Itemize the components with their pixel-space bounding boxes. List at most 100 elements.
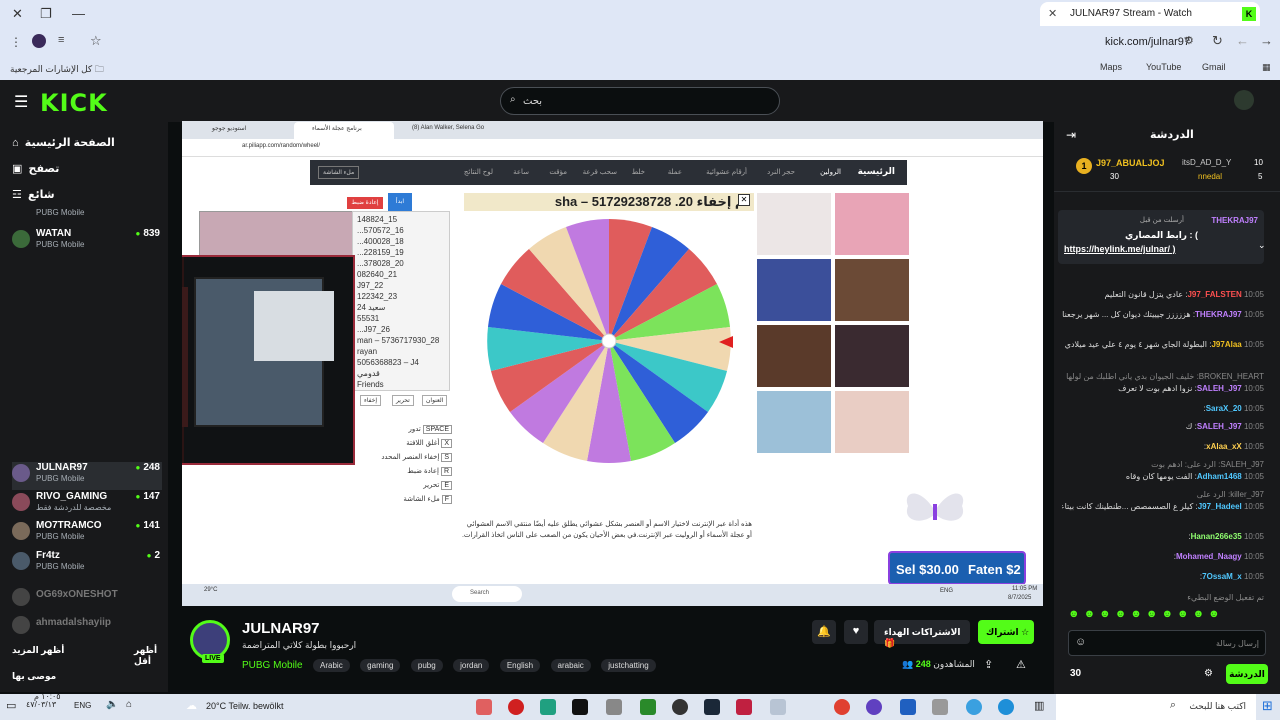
- notification-icon[interactable]: ▭: [6, 699, 16, 712]
- channel-name[interactable]: JULNAR97: [242, 620, 320, 637]
- channel-item-offline[interactable]: ahmadalshayiip: [12, 614, 162, 642]
- all-bookmarks-folder[interactable]: كل الإشارات المرجعية 🗀: [10, 62, 104, 78]
- task-view-icon[interactable]: ▥: [1034, 699, 1044, 712]
- taskbar-search[interactable]: اكتب هنا للبحث ⌕: [1056, 694, 1256, 720]
- bookmarks-more-icon[interactable]: ▦: [1262, 62, 1271, 73]
- channel-item-offline[interactable]: OG69xONESHOT: [12, 586, 162, 614]
- file-explorer-icon[interactable]: [770, 699, 786, 715]
- kick-logo[interactable]: KICK: [40, 89, 108, 117]
- category-link[interactable]: PUBG Mobile: [242, 660, 303, 671]
- show-more-link[interactable]: أظهر المزيد: [12, 645, 64, 656]
- steam-icon[interactable]: [704, 699, 720, 715]
- chat-message: 10:05 xAlaa_xX:: [1203, 442, 1264, 451]
- tag[interactable]: pubg: [410, 659, 443, 672]
- hamburger-menu-icon[interactable]: ☰: [14, 92, 28, 112]
- settings-gear-icon[interactable]: ⚙: [1204, 668, 1213, 679]
- tag[interactable]: gaming: [360, 659, 401, 672]
- sidebar-item-browse[interactable]: ▣ تصفح: [12, 162, 59, 175]
- chevron-down-icon[interactable]: ⌄: [1258, 240, 1266, 251]
- viewers-icon: 👥: [902, 659, 914, 669]
- network-icon[interactable]: ⌂: [126, 699, 132, 710]
- app-icon[interactable]: [736, 699, 752, 715]
- close-window-icon[interactable]: ✕: [12, 6, 23, 22]
- collapse-chat-icon[interactable]: ⇥: [1066, 128, 1076, 142]
- chrome-icon[interactable]: [834, 699, 850, 715]
- forward-icon[interactable]: ←: [1236, 33, 1249, 48]
- video-player[interactable]: استوديو جوجو برنامج عجلة الأسماء (8) Ala…: [182, 121, 1043, 606]
- taskbar-lang[interactable]: ENG: [74, 701, 91, 710]
- chat-input[interactable]: إرسال رسالة ☺: [1068, 630, 1266, 656]
- notifications-button[interactable]: 🔔: [812, 620, 836, 644]
- channel-item-mo7tramco[interactable]: MO7TRAMCO PUBG Mobile 141: [12, 520, 162, 548]
- taskbar-time[interactable]: ١٠:٠٥ م: [34, 692, 61, 701]
- channel-item[interactable]: PUBG Mobile: [12, 208, 162, 220]
- back-icon[interactable]: →: [1260, 33, 1273, 48]
- channel-item-fr4tz[interactable]: Fr4tz PUBG Mobile 2: [12, 550, 162, 578]
- bookmark-star-icon[interactable]: ☆: [90, 33, 102, 49]
- share-icon[interactable]: ⇪: [984, 658, 993, 671]
- address-bar[interactable]: ⋮ ≡ ☆ kick.com/julnar97 ⚙ ↻ ← →: [0, 30, 1280, 54]
- tool-description: هذه أداة عبر الإنترنت لاختيار الاسم أو ا…: [462, 521, 752, 539]
- restore-window-icon[interactable]: ❐: [40, 6, 52, 22]
- channel-avatar: [12, 522, 30, 540]
- browser-tab-active[interactable]: ✕ JULNAR97 Stream - Watch K: [1040, 2, 1260, 26]
- bookmark-gmail[interactable]: Gmail: [1202, 62, 1226, 72]
- emoji-icon[interactable]: ☺: [1075, 636, 1086, 648]
- tag[interactable]: arabaic: [550, 659, 591, 672]
- send-chat-button[interactable]: الدردشة: [1226, 664, 1268, 684]
- tag[interactable]: Arabic: [313, 659, 350, 672]
- tiktok-icon[interactable]: [572, 699, 588, 715]
- show-less-link[interactable]: أظهر أقل: [134, 645, 168, 667]
- channel-item-rivo[interactable]: RIVO_GAMING مخصصة للدردشة فقط 147: [12, 491, 162, 519]
- emote-bar[interactable]: ☻☻☻☻☻☻☻☻☻☻: [1068, 608, 1268, 624]
- app-icon[interactable]: [866, 699, 882, 715]
- app-icon[interactable]: [476, 699, 492, 715]
- taskbar-date[interactable]: ٤٧/٠٣/١٣: [26, 700, 56, 709]
- bookmark-youtube[interactable]: YouTube: [1146, 62, 1181, 72]
- url-text[interactable]: kick.com/julnar97: [1105, 36, 1190, 48]
- app-icon[interactable]: [672, 699, 688, 715]
- sidebar-item-home[interactable]: ⌂ الصفحة الرئيسية: [12, 136, 115, 149]
- browse-icon: ▣: [12, 163, 23, 175]
- gift-icon: 🎁: [884, 638, 896, 648]
- chat-message: 10:05 J97_Hadeel: كيلر ع الصسمصص ...طنطي…: [1062, 502, 1264, 511]
- donation-banner: Sel $30.00 Faten $2: [888, 551, 1026, 585]
- bookmark-maps[interactable]: Maps: [1100, 62, 1122, 72]
- folder-icon: 🗀: [94, 64, 104, 74]
- windows-start-icon[interactable]: ⊞: [1262, 698, 1273, 714]
- weather-text[interactable]: 20°C Teilw. bewölkt: [206, 701, 283, 711]
- opera-icon[interactable]: [508, 699, 524, 715]
- extensions-icon[interactable]: ≡: [58, 34, 64, 46]
- app-icon[interactable]: [606, 699, 622, 715]
- edge-icon[interactable]: [998, 699, 1014, 715]
- gift-subs-button[interactable]: الاشتراكات الهداء 🎁: [874, 620, 970, 648]
- tag[interactable]: English: [499, 659, 541, 672]
- points-balance[interactable]: 30: [1070, 668, 1081, 679]
- channel-item-watan[interactable]: WATAN PUBG Mobile 839: [12, 228, 162, 256]
- minimize-window-icon[interactable]: —: [72, 6, 85, 21]
- channel-item-julnar97[interactable]: JULNAR97 PUBG Mobile 248: [12, 462, 162, 490]
- channel-avatar: [12, 552, 30, 570]
- close-tab-icon[interactable]: ✕: [1048, 7, 1057, 20]
- store-icon[interactable]: [932, 699, 948, 715]
- reload-icon[interactable]: ↻: [1212, 33, 1223, 49]
- volume-icon[interactable]: 🔈: [106, 699, 118, 710]
- app-icon[interactable]: [540, 699, 556, 715]
- pinned-message[interactable]: THEKRAJ97 أرسلت من قبل رابط المصاري : ( …: [1058, 210, 1264, 264]
- tag[interactable]: jordan: [453, 659, 490, 672]
- chat-message: 10:05 J97Alaa: البطولة الجاي شهر ٤ يوم ٤…: [1062, 340, 1264, 349]
- outlook-icon[interactable]: [900, 699, 916, 715]
- profile-avatar-icon[interactable]: [32, 34, 46, 48]
- tag[interactable]: justchatting: [601, 659, 656, 672]
- xbox-icon[interactable]: [640, 699, 656, 715]
- menu-dots-icon[interactable]: ⋮: [10, 35, 22, 49]
- pinned-link[interactable]: https://heylink.me/julnar/ ): [1064, 244, 1176, 254]
- subscribe-button[interactable]: اشتراك ☆: [978, 620, 1034, 644]
- user-avatar[interactable]: [1234, 90, 1254, 110]
- site-settings-icon[interactable]: ⚙: [1184, 34, 1194, 47]
- app-icon[interactable]: [966, 699, 982, 715]
- search-input[interactable]: ⌕ بحث: [500, 87, 780, 115]
- report-icon[interactable]: ⚠: [1016, 658, 1026, 671]
- sidebar-item-trending[interactable]: ☲ شائع: [12, 188, 55, 201]
- favorite-button[interactable]: ♥: [844, 620, 868, 644]
